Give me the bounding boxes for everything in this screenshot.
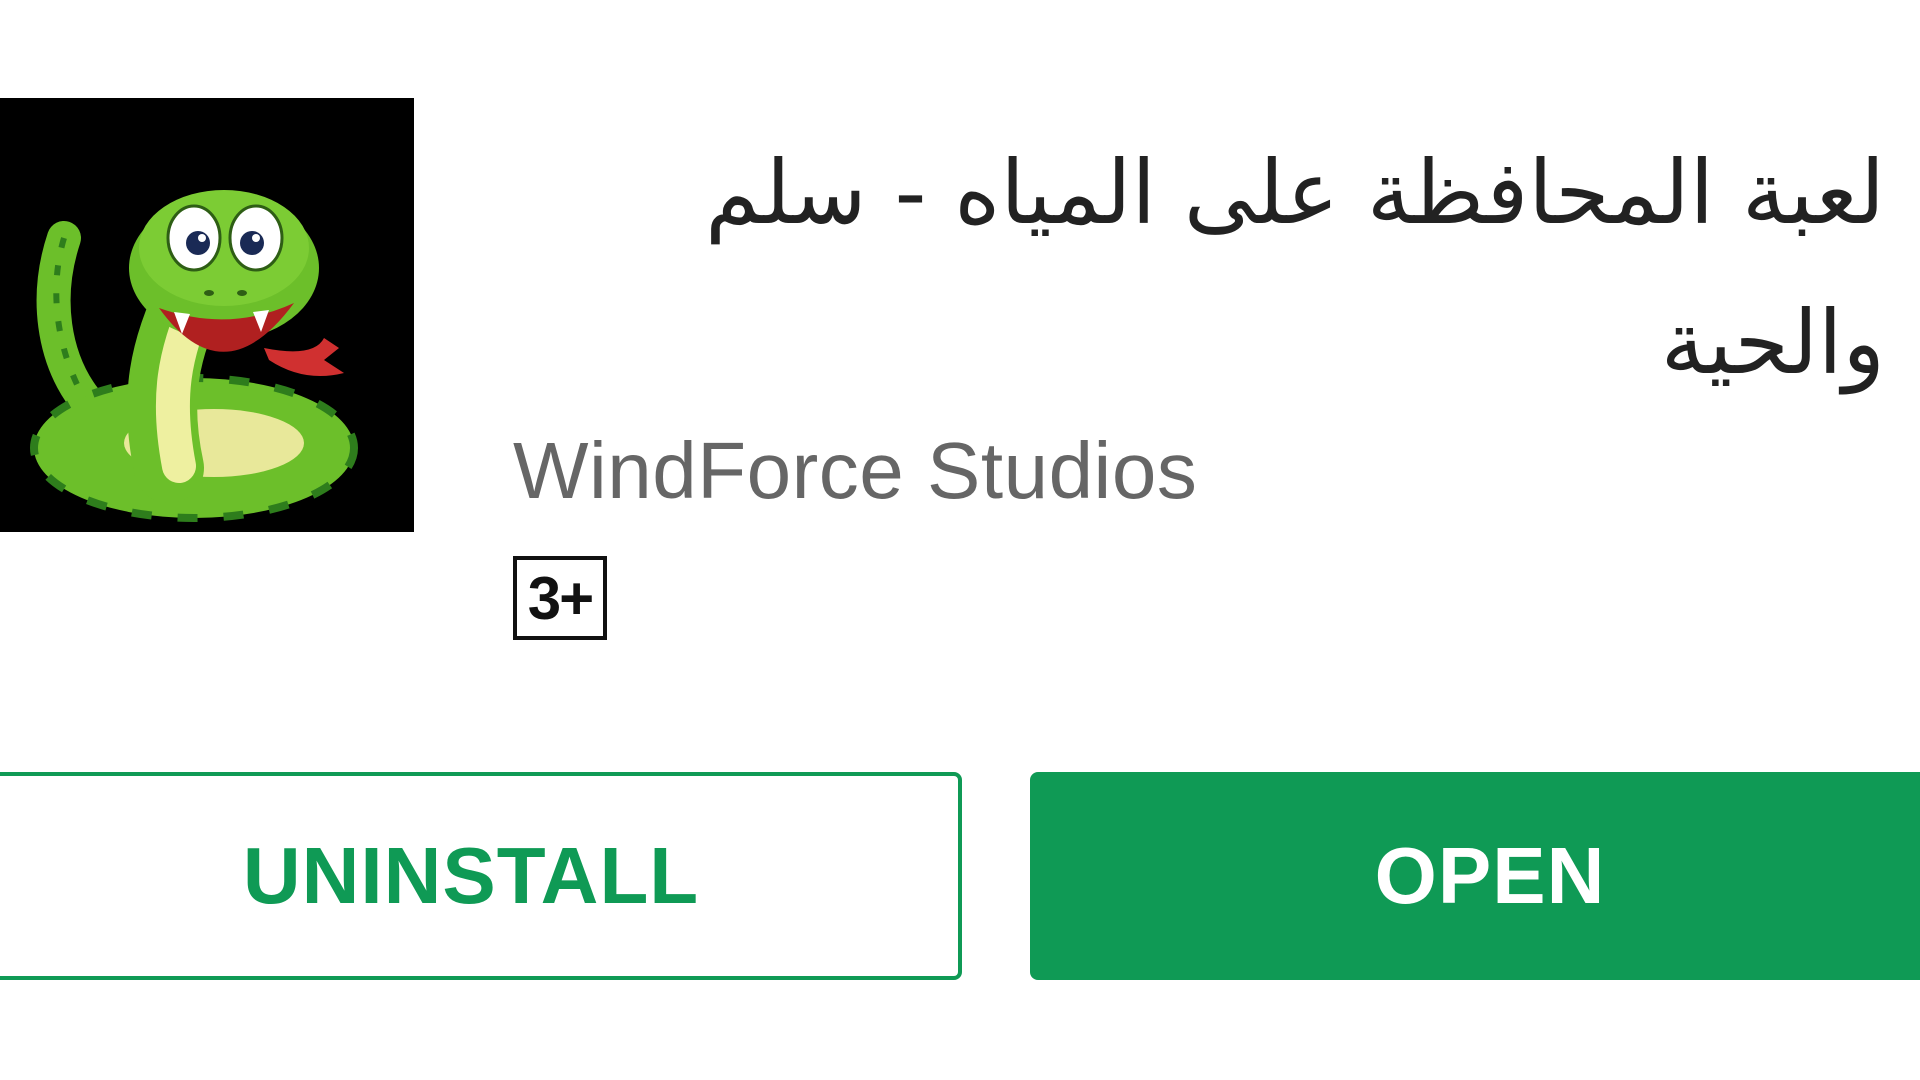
open-button[interactable]: OPEN (1030, 772, 1920, 980)
app-details-header: لعبة المحافظة على المياه - سلم والحية Wi… (0, 0, 1920, 1080)
content-rating-badge: 3+ (513, 556, 607, 640)
app-title: لعبة المحافظة على المياه - سلم والحية (515, 118, 1885, 418)
snake-icon (0, 98, 414, 532)
app-icon[interactable] (0, 98, 414, 532)
app-title-line-1: لعبة المحافظة على المياه - سلم (705, 141, 1885, 244)
uninstall-button[interactable]: UNINSTALL (0, 772, 962, 980)
app-title-line-2: والحية (1660, 291, 1885, 394)
developer-link[interactable]: WindForce Studios (513, 425, 1197, 517)
